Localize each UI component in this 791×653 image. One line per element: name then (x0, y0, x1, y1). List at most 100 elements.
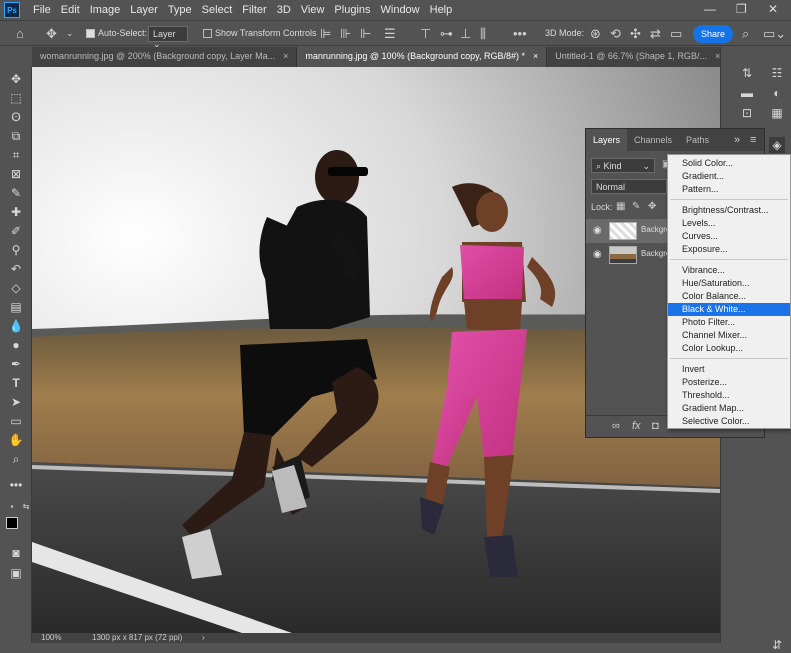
search-icon[interactable]: ⌕ (742, 26, 749, 42)
menu-type[interactable]: Type (163, 4, 197, 16)
align-center-icon[interactable]: ⊪ (340, 26, 351, 42)
path-selection-tool-icon[interactable]: ➤ (8, 394, 24, 410)
zoom-level[interactable]: 100% (41, 633, 61, 642)
layer-name[interactable]: Background copy (641, 225, 667, 234)
more-options-icon[interactable]: ••• (513, 26, 527, 41)
edit-toolbar-icon[interactable]: ••• (8, 477, 24, 493)
eye-icon[interactable]: ◉ (593, 249, 602, 260)
lock-position-icon[interactable]: ✥ (648, 201, 656, 212)
tab-layers[interactable]: Layers (586, 129, 628, 151)
link-layers-icon[interactable]: ∞ (612, 420, 620, 432)
layer-row[interactable]: ◉ Background (586, 243, 668, 267)
eraser-tool-icon[interactable]: ◇ (8, 280, 24, 296)
tab-womanrunning[interactable]: womanrunning.jpg @ 200% (Background copy… (32, 47, 298, 67)
slide-3d-icon[interactable]: ⇄ (650, 26, 661, 42)
menu-item-color-balance[interactable]: Color Balance... (668, 290, 790, 303)
close-icon[interactable]: × (283, 51, 288, 61)
move-tool-icon[interactable]: ✥ (8, 71, 24, 87)
align-right-icon[interactable]: ⊩ (360, 26, 371, 42)
layers-panel-icon[interactable]: ◈ (769, 137, 785, 153)
tool-preset-chevron-icon[interactable]: ⌄ (66, 28, 74, 39)
close-button[interactable]: ✕ (768, 2, 778, 16)
quick-mask-icon[interactable]: ◙ (8, 545, 24, 561)
orbit-3d-icon[interactable]: ⊛ (590, 26, 601, 42)
menu-edit[interactable]: Edit (56, 4, 85, 16)
menu-select[interactable]: Select (197, 4, 238, 16)
tab-untitled-1[interactable]: Untitled-1 @ 66.7% (Shape 1, RGB/... × (547, 47, 730, 67)
align-middle-icon[interactable]: ⊶ (440, 26, 453, 42)
menu-view[interactable]: View (296, 4, 330, 16)
auto-select-dropdown[interactable]: Layer ⌄ (148, 26, 188, 49)
history-brush-tool-icon[interactable]: ↶ (8, 261, 24, 277)
menu-item-vibrance[interactable]: Vibrance... (668, 264, 790, 277)
menu-item-color-lookup[interactable]: Color Lookup... (668, 342, 790, 355)
share-button[interactable]: Share (693, 25, 733, 43)
screen-mode-icon[interactable]: ▣ (8, 565, 24, 581)
scale-3d-icon[interactable]: ▭ (670, 26, 682, 42)
menu-help[interactable]: Help (425, 4, 458, 16)
crop-tool-icon[interactable]: ⌗ (8, 147, 24, 163)
marquee-tool-icon[interactable]: ⬚ (8, 90, 24, 106)
menu-item-solid-color[interactable]: Solid Color... (668, 157, 790, 170)
scroll-icon[interactable]: ⇵ (769, 637, 785, 653)
layer-name[interactable]: Background (641, 249, 667, 258)
menu-item-brightness-contrast[interactable]: Brightness/Contrast... (668, 204, 790, 217)
hand-tool-icon[interactable]: ✋ (8, 432, 24, 448)
menu-item-threshold[interactable]: Threshold... (668, 389, 790, 402)
menu-file[interactable]: File (28, 4, 56, 16)
show-transform-checkbox[interactable] (203, 29, 212, 38)
align-top-icon[interactable]: ⊤ (420, 26, 431, 42)
brush-tool-icon[interactable]: ✐ (8, 223, 24, 239)
object-select-tool-icon[interactable]: ⧉ (8, 128, 24, 144)
minimize-button[interactable]: — (704, 2, 716, 16)
foreground-color-swatch[interactable] (6, 517, 18, 529)
blur-tool-icon[interactable]: 💧 (8, 318, 24, 334)
lasso-tool-icon[interactable]: ʘ (8, 109, 24, 125)
eyedropper-tool-icon[interactable]: ✎ (8, 185, 24, 201)
menu-item-pattern[interactable]: Pattern... (668, 183, 790, 196)
menu-image[interactable]: Image (85, 4, 126, 16)
fx-icon[interactable]: fx (632, 420, 641, 432)
status-arrow-icon[interactable]: › (202, 633, 205, 642)
pen-tool-icon[interactable]: ✒ (8, 356, 24, 372)
panel-menu-icon[interactable]: ≡ (750, 134, 756, 146)
workspace-icon[interactable]: ▭⌄ (763, 26, 786, 42)
tab-paths[interactable]: Paths (679, 129, 716, 151)
properties-icon[interactable]: ⇅ (739, 65, 755, 81)
dodge-tool-icon[interactable]: ● (8, 337, 24, 353)
align-left-icon[interactable]: ⊫ (320, 26, 331, 42)
menu-window[interactable]: Window (376, 4, 425, 16)
menu-3d[interactable]: 3D (272, 4, 296, 16)
eye-icon[interactable]: ◉ (593, 225, 602, 236)
zoom-tool-icon[interactable]: ⌕ (8, 451, 24, 467)
close-icon[interactable]: × (533, 51, 538, 61)
healing-brush-tool-icon[interactable]: ✚ (8, 204, 24, 220)
clone-stamp-tool-icon[interactable]: ⚲ (8, 242, 24, 258)
libraries-icon[interactable]: ⊡ (739, 105, 755, 121)
type-tool-icon[interactable]: T (8, 375, 24, 391)
document-info[interactable]: 1300 px x 817 px (72 ppi) (92, 633, 182, 642)
swatches-icon[interactable]: ▦ (769, 105, 785, 121)
layer-row[interactable]: ◉ Background copy (586, 219, 668, 243)
move-tool-icon[interactable]: ✥ (46, 26, 57, 42)
lock-pixels-icon[interactable]: ✎ (632, 201, 640, 212)
pan-3d-icon[interactable]: ✣ (630, 26, 641, 42)
menu-item-selective-color[interactable]: Selective Color... (668, 415, 790, 428)
distribute-vertical-icon[interactable]: ⫼ (480, 26, 486, 42)
menu-item-hue-saturation[interactable]: Hue/Saturation... (668, 277, 790, 290)
rectangle-tool-icon[interactable]: ▭ (8, 413, 24, 429)
roll-3d-icon[interactable]: ⟲ (610, 26, 621, 42)
home-icon[interactable]: ⌂ (16, 26, 24, 41)
menu-item-curves[interactable]: Curves... (668, 230, 790, 243)
frame-tool-icon[interactable]: ⊠ (8, 166, 24, 182)
photoshop-logo[interactable]: Ps (4, 2, 20, 18)
menu-item-posterize[interactable]: Posterize... (668, 376, 790, 389)
comments-icon[interactable]: ▬ (739, 85, 755, 101)
add-mask-icon[interactable]: ◘ (652, 420, 659, 432)
adjustments-icon[interactable]: ☷ (769, 65, 785, 81)
menu-item-levels[interactable]: Levels... (668, 217, 790, 230)
distribute-icon[interactable]: ☰ (384, 26, 396, 42)
lock-transparent-icon[interactable]: ▦ (616, 201, 625, 212)
blend-mode-dropdown[interactable]: Normal (591, 179, 667, 194)
restore-button[interactable]: ❐ (736, 2, 747, 16)
